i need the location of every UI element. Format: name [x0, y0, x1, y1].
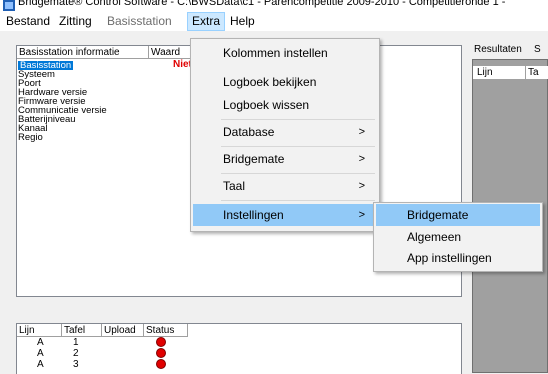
submenu-arrow-icon: >	[358, 209, 365, 221]
window-title: Bridgemate® Control Software - C:\BWSDat…	[18, 0, 506, 8]
row-lijn[interactable]: A	[37, 337, 44, 348]
menu-item-logboek-wissen[interactable]: Logboek wissen	[193, 94, 377, 116]
row-tafel[interactable]: 1	[73, 337, 79, 348]
menu-extra[interactable]: Extra	[187, 12, 226, 31]
menu-zitting[interactable]: Zitting	[55, 13, 96, 30]
menu-bestand[interactable]: Bestand	[2, 13, 54, 30]
menu-item-logboek-bekijken[interactable]: Logboek bekijken	[193, 71, 377, 93]
menu-item-taal[interactable]: Taal >	[193, 175, 377, 197]
row-tafel[interactable]: 2	[73, 348, 79, 359]
menu-item-bridgemate[interactable]: Bridgemate >	[193, 148, 377, 170]
submenu-arrow-icon: >	[358, 126, 365, 138]
menu-item-label: Logboek bekijken	[223, 75, 317, 89]
menu-item-label: Kolommen instellen	[223, 46, 328, 60]
submenu-item-label: Algemeen	[407, 230, 462, 244]
submenu-item-label: Bridgemate	[407, 208, 469, 222]
column-header-status[interactable]: Status	[144, 324, 188, 337]
column-header-lijn[interactable]: Lijn	[17, 324, 62, 337]
extra-dropdown-menu: Kolommen instellen Logboek bekijken Logb…	[190, 38, 380, 232]
column-header-info[interactable]: Basisstation informatie	[17, 46, 149, 59]
menu-separator	[221, 200, 375, 201]
menu-item-label: Database	[223, 125, 275, 139]
results-header-row: Lijn Ta	[473, 66, 548, 79]
menu-help[interactable]: Help	[226, 13, 259, 30]
submenu-item-algemeen[interactable]: Algemeen	[376, 226, 540, 248]
menu-basisstation[interactable]: Basisstation	[103, 13, 176, 30]
menu-item-label: Logboek wissen	[223, 98, 310, 112]
row-lijn[interactable]: A	[37, 359, 44, 370]
menu-item-kolommen-instellen[interactable]: Kolommen instellen	[193, 42, 377, 64]
tab-s[interactable]: S	[534, 44, 541, 55]
menu-separator	[221, 119, 375, 120]
status-red-dot-icon	[156, 359, 166, 369]
menu-item-instellingen[interactable]: Instellingen >	[193, 204, 377, 226]
menu-separator	[221, 173, 375, 174]
results-col-lijn[interactable]: Lijn	[477, 66, 493, 79]
menu-item-label: Instellingen	[223, 208, 284, 222]
row-lijn[interactable]: A	[37, 348, 44, 359]
menu-bar: Bestand Zitting Basisstation Extra Help	[0, 12, 548, 31]
menu-item-label: Bridgemate	[223, 152, 285, 166]
column-header-tafel[interactable]: Tafel	[62, 324, 102, 337]
submenu-item-bridgemate[interactable]: Bridgemate	[376, 204, 540, 226]
results-col-ta[interactable]: Ta	[525, 66, 539, 79]
status-red-dot-icon	[156, 348, 166, 358]
status-red-dot-icon	[156, 337, 166, 347]
bridgemate-status-list[interactable]: Lijn Tafel Upload Status A 1 A 2 A 3	[16, 323, 462, 374]
menu-item-database[interactable]: Database >	[193, 121, 377, 143]
instellingen-submenu: Bridgemate Algemeen App instellingen	[373, 202, 543, 272]
column-header-waarde[interactable]: Waard	[149, 46, 194, 59]
submenu-item-app-instellingen[interactable]: App instellingen	[376, 247, 540, 269]
info-row-regio[interactable]: Regio	[18, 133, 43, 143]
submenu-arrow-icon: >	[358, 180, 365, 192]
title-bar: Bridgemate® Control Software - C:\BWSDat…	[0, 0, 548, 12]
menu-separator	[221, 146, 375, 147]
submenu-arrow-icon: >	[358, 153, 365, 165]
menu-item-label: Taal	[223, 179, 246, 193]
row-tafel[interactable]: 3	[73, 359, 79, 370]
tab-resultaten[interactable]: Resultaten	[474, 44, 522, 55]
bridgemate-app-icon	[3, 0, 15, 11]
column-header-upload[interactable]: Upload	[102, 324, 144, 337]
submenu-item-label: App instellingen	[407, 251, 492, 265]
